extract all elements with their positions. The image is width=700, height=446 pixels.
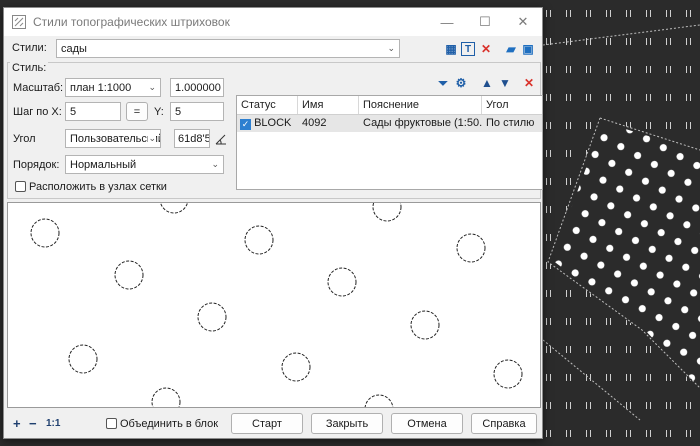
window-title: Стили топографических штриховок: [33, 15, 230, 29]
name-cell: 4092: [302, 117, 327, 129]
app-icon: [12, 15, 26, 29]
zoom-reset-button[interactable]: 1:1: [46, 418, 60, 429]
order-combo-value: Нормальный: [70, 158, 137, 171]
angle-value-field[interactable]: 61d8'5: [174, 129, 210, 148]
styles-label: Стили:: [12, 42, 47, 54]
checkbox-box[interactable]: [106, 418, 117, 429]
column-header-name[interactable]: Имя: [298, 96, 359, 114]
chevron-down-icon: ⌄: [211, 159, 219, 169]
grid-nodes-checkbox[interactable]: Расположить в узлах сетки: [15, 181, 167, 193]
scale-combo[interactable]: план 1:1000 ⌄: [65, 78, 161, 97]
help-button[interactable]: Справка: [471, 413, 537, 434]
bottom-bar: + − 1:1 Объединить в блок Старт Закрыть …: [4, 410, 542, 438]
preview-circle: [410, 310, 440, 340]
preview-circle: [364, 394, 394, 407]
status-value: BLOCK: [254, 117, 292, 129]
style-group: Стиль: Масштаб: план 1:1000 ⌄ 1.000000 Ш…: [7, 62, 543, 199]
move-down-icon[interactable]: ▼: [498, 76, 512, 90]
grid-nodes-label: Расположить в узлах сетки: [29, 181, 167, 193]
equal-steps-button[interactable]: =: [126, 102, 148, 121]
angle-mode-combo[interactable]: Пользовательский ⌄: [65, 129, 161, 148]
styles-combo-value: сады: [61, 42, 87, 55]
zoom-in-button[interactable]: +: [13, 416, 21, 431]
delete-element-icon[interactable]: ✕: [522, 76, 536, 90]
hatch-styles-dialog: Стили топографических штриховок — ☐ ✕ Ст…: [3, 7, 543, 439]
preview-circle: [30, 218, 60, 248]
chevron-down-icon: ⌄: [387, 43, 395, 53]
preview-circle: [197, 302, 227, 332]
maximize-button[interactable]: ☐: [466, 8, 504, 36]
chevron-down-icon: ⌄: [148, 82, 156, 92]
table-row[interactable]: ✓ BLOCK 4092 Сады фруктовые (1:50... По …: [237, 115, 542, 132]
order-label: Порядок:: [13, 159, 60, 171]
close-dialog-button[interactable]: Закрыть: [311, 413, 383, 434]
merge-block-checkbox[interactable]: Объединить в блок: [106, 418, 218, 430]
preview-canvas: [30, 203, 523, 407]
delete-style-icon[interactable]: ✕: [479, 42, 493, 56]
preview-circle: [327, 267, 357, 297]
preview-circle: [281, 352, 311, 382]
hatch-grid-icon[interactable]: ▦: [444, 42, 458, 56]
angle-label: Угол: [13, 133, 36, 145]
column-header-angle[interactable]: Угол: [482, 96, 542, 114]
folder-open-icon[interactable]: ▰: [504, 42, 518, 56]
description-cell: Сады фруктовые (1:50...: [363, 117, 482, 129]
move-up-icon[interactable]: ▲: [480, 76, 494, 90]
zoom-out-button[interactable]: −: [29, 416, 37, 431]
cancel-button[interactable]: Отмена: [391, 413, 463, 434]
elements-table: Статус Имя Пояснение Угол ✓ BLOCK 4092 С…: [236, 95, 543, 190]
preview-circle: [493, 359, 523, 389]
angle-mode-value: Пользовательский: [70, 132, 161, 145]
hatch-preview[interactable]: [7, 202, 541, 408]
preview-circle: [114, 260, 144, 290]
angle-cell: По стилю: [486, 117, 535, 129]
chevron-down-icon: ⌄: [148, 133, 156, 144]
title-bar: Стили топографических штриховок — ☐ ✕: [4, 8, 542, 36]
scale-factor-field[interactable]: 1.000000: [170, 78, 224, 97]
merge-block-label: Объединить в блок: [120, 418, 219, 430]
start-button[interactable]: Старт: [231, 413, 303, 434]
step-x-field[interactable]: 5: [65, 102, 121, 121]
save-icon[interactable]: ▣: [521, 42, 535, 56]
scale-label: Масштаб:: [13, 82, 64, 94]
column-header-status[interactable]: Статус: [237, 96, 298, 114]
check-icon: ✓: [240, 119, 251, 130]
table-header: Статус Имя Пояснение Угол: [237, 96, 542, 115]
close-button[interactable]: ✕: [504, 8, 542, 36]
preview-circle: [151, 387, 181, 407]
styles-row: Стили: сады ⌄ ▦ T ✕ ▰ ▣: [4, 38, 542, 60]
filter-add-icon[interactable]: ⏷: [436, 76, 450, 90]
style-group-label: Стиль:: [10, 62, 49, 74]
text-style-icon[interactable]: T: [461, 42, 475, 56]
styles-combo[interactable]: сады ⌄: [56, 39, 400, 58]
step-y-label: Y:: [154, 106, 164, 118]
order-combo[interactable]: Нормальный ⌄: [65, 155, 224, 174]
status-cell: ✓ BLOCK: [237, 115, 298, 132]
preview-circle: [372, 203, 402, 222]
pick-angle-icon[interactable]: [215, 133, 227, 145]
preview-circle: [244, 225, 274, 255]
step-x-label: Шаг по X:: [13, 106, 62, 118]
scale-combo-value: план 1:1000: [70, 81, 132, 94]
column-header-description[interactable]: Пояснение: [359, 96, 482, 114]
preview-circle: [160, 203, 188, 214]
element-edit-icon[interactable]: ⚙: [454, 76, 468, 90]
minimize-button[interactable]: —: [428, 8, 466, 36]
checkbox-box[interactable]: [15, 181, 26, 192]
preview-circle: [68, 344, 98, 374]
preview-circle: [456, 233, 486, 263]
step-y-field[interactable]: 5: [170, 102, 224, 121]
